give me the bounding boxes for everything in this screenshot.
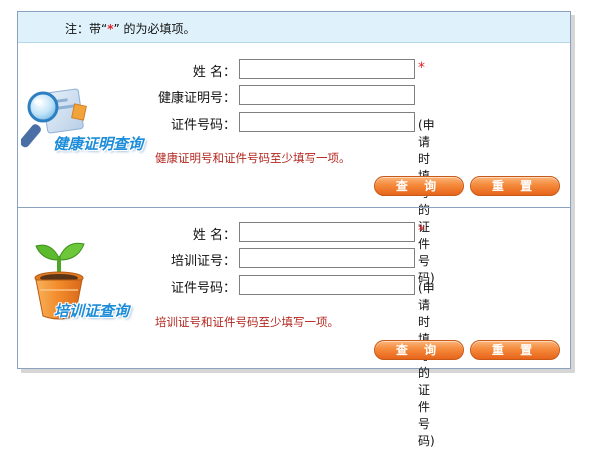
query-panel: 注：带“*” 的为必填项。 健康证明查询 姓 名： * 健康证明号： 证件号码：…: [17, 11, 571, 448]
health-warning: 健康证明号和证件号码至少填写一项。: [155, 151, 351, 165]
notice-suffix: 的为必填项。: [119, 22, 196, 36]
training-certificate-section: 培训证查询 姓 名： * 培训证号： 证件号码： (申请时填写的证件号码) 培训…: [18, 207, 570, 448]
health-query-button[interactable]: 查 询: [374, 176, 464, 196]
training-illustration: 培训证查询: [28, 238, 158, 333]
training-id-hint: (申请时填写的证件号码): [418, 281, 435, 448]
training-query-button[interactable]: 查 询: [374, 340, 464, 360]
health-cert-label: 健康证明号：: [157, 91, 236, 106]
health-reset-button[interactable]: 重 置: [470, 176, 560, 196]
training-name-input[interactable]: [239, 222, 415, 242]
training-id-input[interactable]: [239, 275, 415, 295]
health-illustration-caption: 健康证明查询: [53, 135, 144, 153]
training-illustration-caption: 培训证查询: [54, 302, 130, 320]
training-name-label: 姓 名：: [192, 228, 236, 243]
notice-text: 注：带“*” 的为必填项。: [65, 20, 196, 37]
required-notice: 注：带“*” 的为必填项。: [18, 12, 570, 43]
training-reset-button[interactable]: 重 置: [470, 340, 560, 360]
health-name-label: 姓 名：: [192, 65, 236, 80]
health-certificate-section: 健康证明查询 姓 名： * 健康证明号： 证件号码： (申请时填写的证件号码) …: [18, 43, 570, 285]
notice-prefix: 注：带: [65, 22, 102, 36]
health-illustration: 健康证明查询: [19, 83, 151, 158]
training-warning: 培训证号和证件号码至少填写一项。: [155, 315, 339, 329]
health-cert-input[interactable]: [239, 85, 415, 105]
training-id-label: 证件号码：: [170, 281, 236, 296]
health-name-required-mark: *: [418, 60, 425, 76]
training-cert-input[interactable]: [239, 248, 415, 268]
training-name-required-mark: *: [418, 223, 425, 239]
training-cert-label: 培训证号：: [170, 254, 236, 269]
health-id-input[interactable]: [239, 112, 415, 132]
health-id-label: 证件号码：: [170, 118, 236, 133]
health-name-input[interactable]: [239, 59, 415, 79]
